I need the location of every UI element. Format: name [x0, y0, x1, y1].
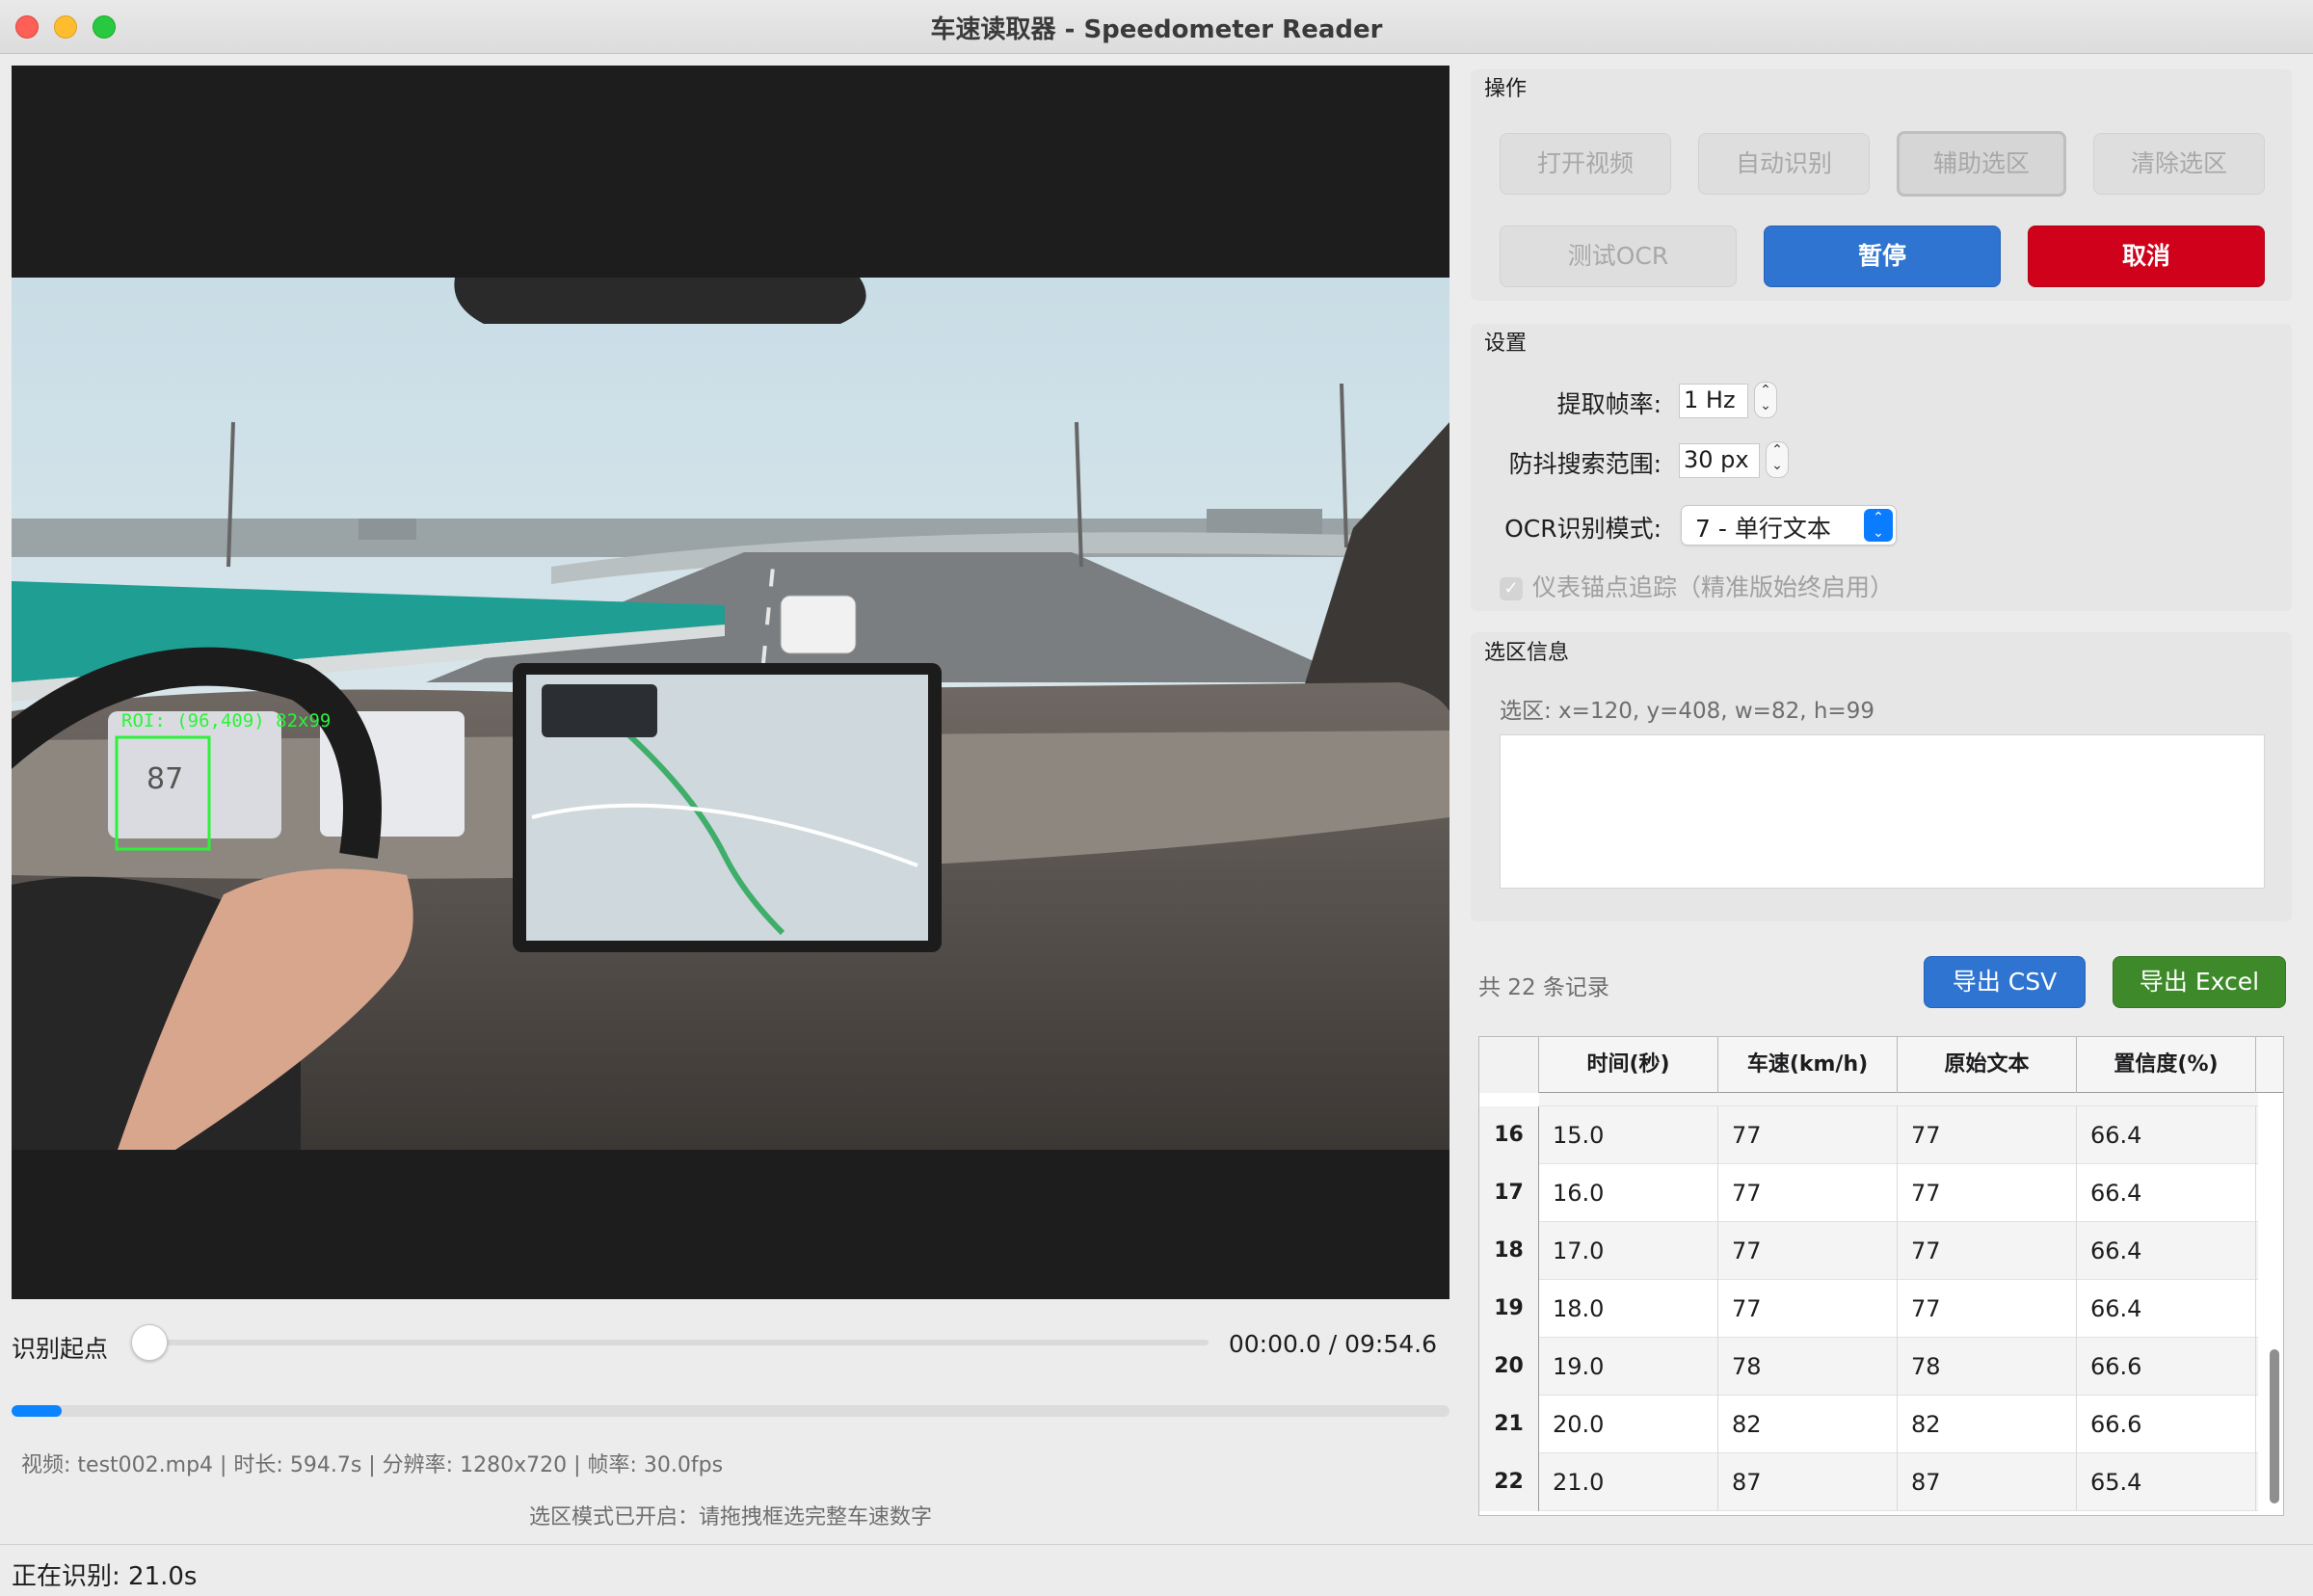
fps-stepper[interactable]: ⌃ ⌄: [1754, 382, 1777, 418]
raw-text-cell[interactable]: 77: [1898, 1280, 2077, 1338]
status-text: 正在识别: 21.0s: [12, 1562, 198, 1591]
confidence-cell[interactable]: 66.4: [2077, 1106, 2256, 1164]
confidence-cell[interactable]: 66.6: [2077, 1396, 2256, 1453]
fps-label: 提取帧率:: [1556, 390, 1662, 418]
fps-input[interactable]: 1 Hz: [1679, 384, 1748, 418]
test-ocr-button[interactable]: 测试OCR: [1500, 226, 1737, 287]
speed-cell[interactable]: 77: [1718, 1222, 1898, 1280]
table-row[interactable]: 18 17.0 77 77 66.4: [1479, 1222, 2258, 1280]
time-cell[interactable]: 19.0: [1539, 1338, 1718, 1396]
corner-header-cell: [1479, 1037, 1539, 1093]
speed-cell[interactable]: 82: [1718, 1396, 1898, 1453]
actions-title: 操作: [1484, 77, 1528, 101]
raw-text-cell[interactable]: 82: [1898, 1396, 2077, 1453]
speed-cell[interactable]: 78: [1718, 1338, 1898, 1396]
table-row[interactable]: 19 18.0 77 77 66.4: [1479, 1280, 2258, 1338]
window-title: 车速读取器 - Speedometer Reader: [930, 15, 1383, 44]
scrollbar-thumb[interactable]: [2270, 1349, 2279, 1503]
time-cell[interactable]: 16.0: [1539, 1164, 1718, 1222]
row-index-cell[interactable]: 20: [1479, 1338, 1539, 1396]
time-cell[interactable]: 17.0: [1539, 1222, 1718, 1280]
speed-cell[interactable]: 77: [1718, 1280, 1898, 1338]
time-cell[interactable]: 20.0: [1539, 1396, 1718, 1453]
raw-text-cell[interactable]: 77: [1898, 1222, 2077, 1280]
chevron-updown-icon: ⌃ ⌄: [1864, 509, 1893, 542]
settings-title: 设置: [1484, 332, 1528, 356]
video-preview[interactable]: 87 ROI: (96,409) 82x99: [12, 66, 1449, 1299]
export-excel-button[interactable]: 导出 Excel: [2113, 956, 2286, 1008]
progress-fill: [12, 1405, 63, 1417]
pause-button[interactable]: 暂停: [1764, 226, 2001, 287]
row-index-cell[interactable]: 19: [1479, 1280, 1539, 1338]
speed-cell[interactable]: 87: [1718, 1453, 1898, 1511]
range-stepper[interactable]: ⌃ ⌄: [1766, 441, 1789, 478]
table-row[interactable]: 20 19.0 78 78 66.6: [1479, 1338, 2258, 1396]
start-point-label: 识别起点: [12, 1335, 109, 1363]
confidence-cell[interactable]: 66.4: [2077, 1280, 2256, 1338]
ocr-mode-select[interactable]: 7 - 单行文本 ⌃ ⌄: [1681, 505, 1897, 545]
confidence-cell[interactable]: 66.6: [2077, 1338, 2256, 1396]
confidence-cell[interactable]: 66.4: [2077, 1222, 2256, 1280]
table-row[interactable]: 17 16.0 77 77 66.4: [1479, 1164, 2258, 1222]
column-header-speed[interactable]: 车速(km/h): [1718, 1037, 1898, 1093]
table-row[interactable]: 21 20.0 82 82 66.6: [1479, 1396, 2258, 1453]
export-csv-button[interactable]: 导出 CSV: [1924, 956, 2086, 1008]
auto-detect-button[interactable]: 自动识别: [1698, 133, 1870, 195]
column-header-confidence[interactable]: 置信度(%): [2077, 1037, 2256, 1093]
row-index-cell[interactable]: 21: [1479, 1396, 1539, 1453]
selection-hint: 选区模式已开启：请拖拽框选完整车速数字: [528, 1505, 932, 1530]
assist-select-button[interactable]: 辅助选区: [1897, 131, 2066, 197]
start-point-slider-track[interactable]: [145, 1340, 1209, 1345]
raw-text-cell[interactable]: 77: [1898, 1106, 2077, 1164]
raw-text-cell[interactable]: 78: [1898, 1338, 2077, 1396]
time-cell[interactable]: 21.0: [1539, 1453, 1718, 1511]
column-header-raw[interactable]: 原始文本: [1898, 1037, 2077, 1093]
range-input[interactable]: 30 px: [1679, 443, 1760, 478]
status-bar: 正在识别: 21.0s: [0, 1544, 2313, 1596]
row-index-cell[interactable]: 16: [1479, 1106, 1539, 1164]
title-bar: 车速读取器 - Speedometer Reader: [0, 0, 2313, 54]
roi-label: ROI: (96,409) 82x99: [121, 710, 332, 732]
ocr-mode-label: OCR识别模式:: [1504, 515, 1662, 543]
row-index-cell[interactable]: 22: [1479, 1453, 1539, 1511]
confidence-cell[interactable]: 65.4: [2077, 1453, 2256, 1511]
selection-textarea[interactable]: [1500, 734, 2265, 889]
row-index-cell[interactable]: 17: [1479, 1164, 1539, 1222]
column-header-time[interactable]: 时间(秒): [1539, 1037, 1718, 1093]
row-index-cell[interactable]: 18: [1479, 1222, 1539, 1280]
open-video-button[interactable]: 打开视频: [1500, 133, 1671, 195]
table-scrollbar[interactable]: [2268, 1095, 2281, 1509]
confidence-cell[interactable]: 66.4: [2077, 1164, 2256, 1222]
raw-text-cell[interactable]: 87: [1898, 1453, 2077, 1511]
range-label: 防抖搜索范围:: [1508, 450, 1662, 478]
selection-text: 选区: x=120, y=408, w=82, h=99: [1500, 699, 1874, 724]
table-header: 时间(秒) 车速(km/h) 原始文本 置信度(%): [1479, 1037, 2283, 1093]
partial-row: [1539, 1093, 2258, 1106]
speed-cell[interactable]: 77: [1718, 1164, 1898, 1222]
timecode: 00:00.0 / 09:54.6: [1228, 1330, 1437, 1358]
selection-title: 选区信息: [1484, 641, 1570, 665]
cancel-button[interactable]: 取消: [2028, 226, 2265, 287]
time-cell[interactable]: 18.0: [1539, 1280, 1718, 1338]
record-count: 共 22 条记录: [1478, 975, 1609, 1000]
video-info: 视频: test002.mp4 | 时长: 594.7s | 分辨率: 1280…: [21, 1453, 724, 1477]
clear-select-button[interactable]: 清除选区: [2093, 133, 2265, 195]
speed-cell[interactable]: 77: [1718, 1106, 1898, 1164]
raw-text-cell[interactable]: 77: [1898, 1164, 2077, 1222]
table-row[interactable]: 22 21.0 87 87 65.4: [1479, 1453, 2258, 1511]
table-row[interactable]: 16 15.0 77 77 66.4: [1479, 1106, 2258, 1164]
time-cell[interactable]: 15.0: [1539, 1106, 1718, 1164]
start-point-slider-knob[interactable]: [131, 1324, 168, 1361]
anchor-tracking-label: 仪表锚点追踪（精准版始终启用）: [1532, 573, 1895, 601]
ocr-mode-value: 7 - 单行文本: [1695, 515, 1831, 543]
anchor-tracking-checkbox-row[interactable]: ✓ 仪表锚点追踪（精准版始终启用）: [1500, 569, 1894, 603]
checkmark-icon: ✓: [1500, 577, 1523, 600]
cluster-speed-digits: 87: [146, 762, 183, 796]
records-table[interactable]: 时间(秒) 车速(km/h) 原始文本 置信度(%) 16 15.0 77 77 66.…: [1478, 1036, 2284, 1516]
progress-bar: [12, 1405, 1449, 1417]
